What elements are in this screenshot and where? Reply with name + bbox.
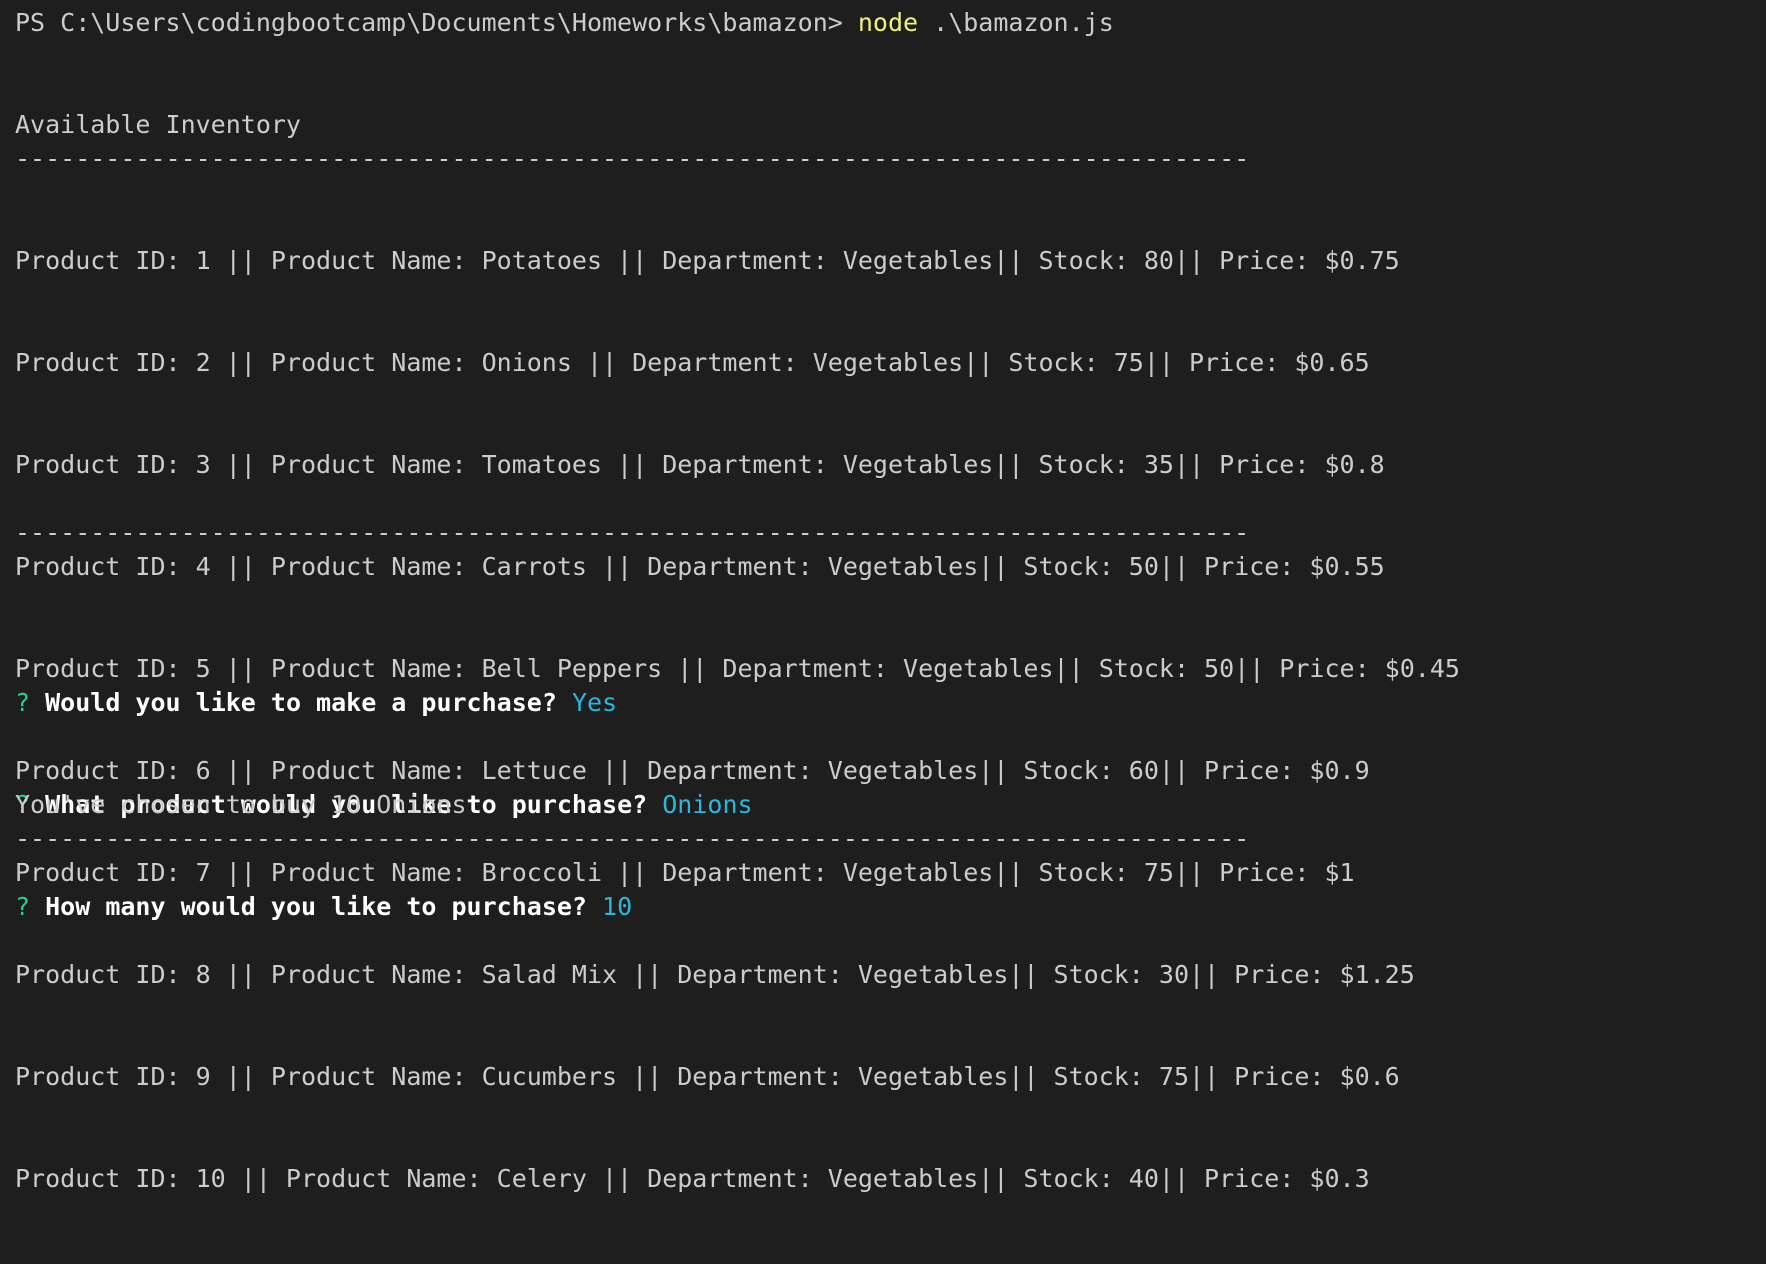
separator-line: ----------------------------------------… <box>15 144 1250 173</box>
question-mark-icon: ? <box>15 688 31 717</box>
prompt-quantity: ? How many would you like to purchase? 1… <box>15 890 753 924</box>
inventory-row: Product ID: 10 || Product Name: Celery |… <box>15 1164 1370 1193</box>
prompt-answer: 10 <box>602 892 633 921</box>
purchase-result: You've chosen to buy 10 Onions <box>15 790 467 819</box>
inventory-row: Product ID: 1 || Product Name: Potatoes … <box>15 246 1400 275</box>
terminal-output[interactable]: PS C:\Users\codingbootcamp\Documents\Hom… <box>15 0 1755 1193</box>
separator-line: ----------------------------------------… <box>15 824 1250 853</box>
inventory-header: Available Inventory <box>15 110 301 139</box>
prompt-answer: Onions <box>662 790 753 819</box>
separator-line: ----------------------------------------… <box>15 518 1250 547</box>
prompt-purchase-confirm: ? Would you like to make a purchase? Yes <box>15 686 753 720</box>
shell-prompt: PS C:\Users\codingbootcamp\Documents\Hom… <box>15 8 858 37</box>
command-line: PS C:\Users\codingbootcamp\Documents\Hom… <box>15 6 1114 40</box>
prompt-question: How many would you like to purchase? <box>45 892 587 921</box>
inventory-row: Product ID: 3 || Product Name: Tomatoes … <box>15 450 1385 479</box>
prompt-answer: Yes <box>571 688 618 717</box>
inventory-row: Product ID: 9 || Product Name: Cucumbers… <box>15 1062 1400 1091</box>
inventory-row: Product ID: 2 || Product Name: Onions ||… <box>15 348 1370 377</box>
inventory-row: Product ID: 4 || Product Name: Carrots |… <box>15 552 1385 581</box>
command-name: node <box>857 8 919 37</box>
prompt-question: Would you like to make a purchase? <box>45 688 557 717</box>
question-mark-icon: ? <box>15 892 31 921</box>
command-args: .\bamazon.js <box>918 8 1114 37</box>
